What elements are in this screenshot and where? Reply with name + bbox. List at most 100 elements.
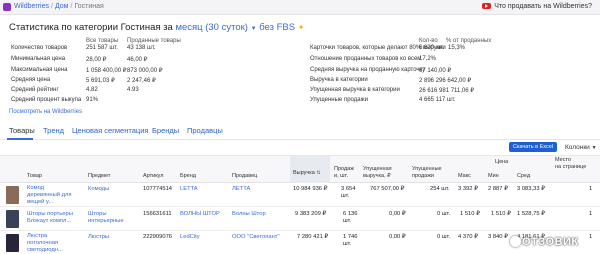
stat-value: 91% [86, 97, 99, 103]
col-subject[interactable]: Предмет [88, 173, 110, 180]
wildberries-logo-icon[interactable] [3, 3, 11, 11]
stat-value: 67 140,00 ₽ [419, 68, 452, 74]
price-min-value: 2 887 ₽ [488, 186, 508, 192]
sell-link[interactable]: Что продавать на Wildberries? [482, 3, 592, 10]
col-seller[interactable]: Продавец [232, 173, 257, 180]
lost-sales-value: 0 шт. [437, 234, 451, 240]
col-price-group: Цена [495, 159, 509, 165]
product-name-link[interactable]: Комод деревянный для вещей у... [27, 185, 72, 206]
sales-value: 6 136 шт. [343, 211, 358, 224]
seller-link[interactable]: ЛЕТТА [232, 186, 250, 193]
columns-button[interactable]: Колонки ▼ [565, 144, 597, 151]
stat-value: 4.82 [86, 87, 98, 93]
sort-icon: ⇅ [316, 170, 321, 176]
fbs-select[interactable]: без FBS [259, 22, 295, 33]
stat-label: Средний процент выкупа [11, 97, 82, 103]
place-value: 1 [589, 234, 593, 240]
price-min-value: 3 840 ₽ [488, 234, 508, 240]
lost-revenue-value: 767 507,00 ₽ [370, 186, 405, 192]
seller-link[interactable]: ООО "Светопант" [232, 234, 280, 241]
subject-link[interactable]: Люстры [88, 234, 109, 241]
tab-bar: Товары Тренд Ценовая сегментация Бренды … [0, 122, 600, 140]
download-excel-button[interactable]: Скачать в Excel [509, 142, 557, 152]
stat-label: Отношение проданных товаров ко всем [310, 56, 422, 62]
stat-value: 4 665 117 шт. [419, 97, 456, 103]
col-sales[interactable]: Продаж и, шт. [334, 166, 354, 180]
product-thumbnail[interactable] [6, 234, 19, 252]
stat-label: Выручка в категории [310, 77, 368, 83]
breadcrumb-current: Гостиная [74, 3, 104, 10]
stat-value: 6 600 шт. [419, 45, 445, 51]
tab-price-segmentation[interactable]: Ценовая сегментация [72, 126, 148, 135]
stats-col-sold: Проданные товары [127, 38, 181, 44]
tab-trend[interactable]: Тренд [43, 126, 64, 135]
stat-value: 15,3% [448, 45, 466, 51]
period-select[interactable]: месяц (30 суток) ▼ [175, 22, 256, 33]
article-value: 222909076 [143, 234, 173, 240]
stat-value: 2 896 296 642,00 ₽ [419, 78, 472, 84]
stat-label: Средняя цена [11, 77, 51, 83]
col-brand[interactable]: Бренд [180, 173, 196, 180]
stat-value: 26 616 981 711,06 ₽ [419, 88, 475, 94]
stat-value: 4.93 [127, 87, 139, 93]
stats-col-qty: Кол-во [419, 38, 438, 44]
stat-value: 873 000,00 ₽ [127, 68, 163, 74]
product-thumbnail[interactable] [6, 210, 19, 228]
product-name-link[interactable]: Шторы портьеры Блэкаут компл... [27, 211, 73, 225]
lost-sales-value: 254 шт. [430, 186, 450, 192]
stat-label: Минимальная цена [11, 56, 66, 62]
place-value: 1 [589, 186, 593, 192]
price-avg-value: 3 083,33 ₽ [517, 186, 545, 192]
brand-link[interactable]: LedCity [180, 234, 200, 241]
col-lost-revenue[interactable]: Упущенная выручка, ₽ [363, 166, 392, 180]
chevron-down-icon: ▼ [591, 145, 597, 151]
stat-label: Средняя выручка на проданную карточку [310, 67, 426, 73]
stat-label: Упущенная выручка в категории [310, 87, 400, 93]
subject-link[interactable]: Шторы интерьерные [88, 211, 124, 225]
breadcrumb-home[interactable]: Дом [55, 3, 69, 10]
stat-value: 251 587 шт. [86, 45, 118, 51]
product-name-link[interactable]: Люстра потолочная светодиодн... [27, 233, 63, 254]
col-place[interactable]: Место на странице [555, 157, 586, 171]
active-tab-indicator [7, 138, 33, 140]
col-article[interactable]: Артикул [143, 173, 164, 180]
table-header: Товар Предмет Артикул Бренд Продавец Выр… [0, 155, 600, 183]
brand-link[interactable]: LETTA [180, 186, 198, 193]
view-on-wildberries-link[interactable]: Посмотреть на Wildberries [9, 109, 82, 115]
breadcrumb-wildberries[interactable]: Wildberries [14, 3, 49, 10]
article-value: 107774514 [143, 186, 173, 192]
product-thumbnail[interactable] [6, 186, 19, 204]
lost-sales-value: 0 шт. [437, 211, 451, 217]
stat-value: 5 691,03 ₽ [86, 78, 115, 84]
stat-label: Количество товаров [11, 45, 68, 51]
seller-link[interactable]: Волны Штор [232, 211, 266, 218]
col-price-avg[interactable]: Сред [517, 173, 530, 180]
col-product[interactable]: Товар [27, 173, 42, 180]
breadcrumb: Wildberries / Дом / Гостиная [14, 3, 104, 10]
tab-brands[interactable]: Бренды [152, 126, 179, 135]
price-avg-value: 1 528,75 ₽ [517, 211, 545, 217]
brand-link[interactable]: ВОЛНЫ ШТОР [180, 211, 220, 218]
article-value: 156631611 [143, 211, 172, 217]
page-title: Статистика по категории Гостиная за меся… [9, 22, 305, 33]
stat-value: 43 138 шт. [127, 45, 156, 51]
col-revenue[interactable]: Выручка ⇅ [290, 156, 330, 183]
youtube-icon [482, 3, 492, 9]
tab-products[interactable]: Товары [9, 126, 35, 135]
stat-value: 17,2% [419, 56, 437, 62]
col-price-max[interactable]: Макс [458, 173, 471, 180]
price-max-value: 3 392 ₽ [458, 186, 478, 192]
stats-col-pct: % от проданных [446, 38, 492, 44]
stat-value: 2 247,46 ₽ [127, 78, 156, 84]
table-row[interactable]: Комод деревянный для вещей у... Комоды 1… [0, 184, 600, 207]
sparkle-icon: ✦ [297, 23, 305, 32]
revenue-value: 7 280 421 ₽ [297, 234, 329, 240]
revenue-value: 10 984 936 ₽ [293, 186, 328, 192]
tab-sellers[interactable]: Продавцы [187, 126, 223, 135]
col-price-min[interactable]: Мин [488, 173, 499, 180]
col-lost-sales[interactable]: Упущенные продажи [412, 166, 442, 180]
otzovik-logo-icon [510, 236, 521, 247]
stat-label: Максимальная цена [11, 67, 68, 73]
subject-link[interactable]: Комоды [88, 186, 109, 193]
table-row[interactable]: Шторы портьеры Блэкаут компл... Шторы ин… [0, 208, 600, 231]
